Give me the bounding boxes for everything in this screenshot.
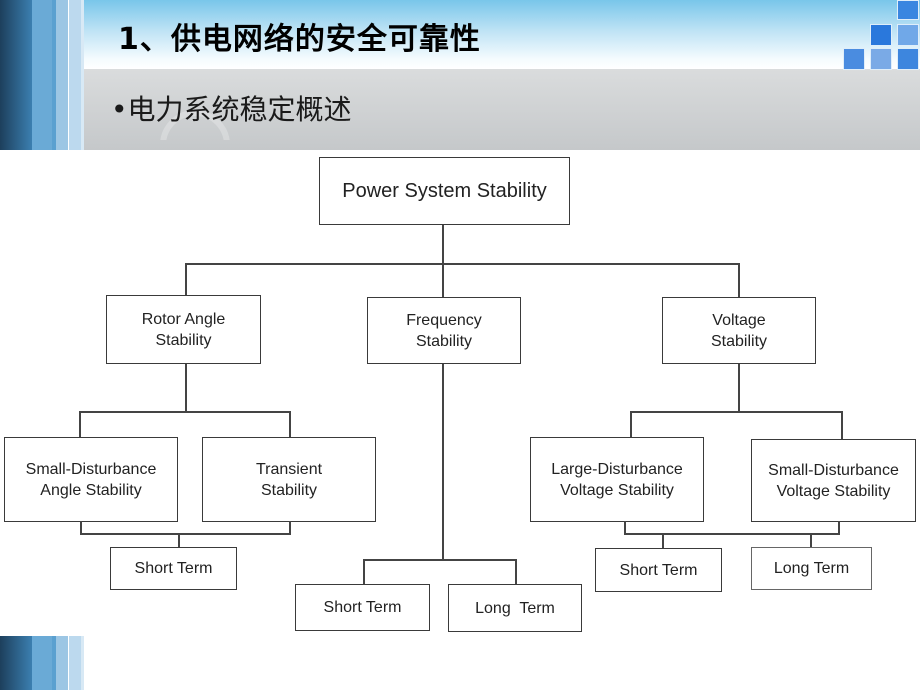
corner-square bbox=[870, 48, 892, 70]
node-rotor-angle-stability: Rotor Angle Stability bbox=[106, 295, 261, 364]
node-voltage-stability: Voltage Stability bbox=[662, 297, 816, 364]
connector bbox=[289, 411, 291, 438]
node-voltage-short-term: Short Term bbox=[595, 548, 722, 592]
left-stripes-bottom bbox=[0, 636, 84, 690]
connector bbox=[738, 263, 740, 298]
slide-title: 1、供电网络的安全可靠性 bbox=[118, 22, 481, 57]
connector bbox=[178, 533, 180, 548]
connector bbox=[185, 263, 187, 296]
connector bbox=[810, 533, 812, 548]
node-frequency-stability: Frequency Stability bbox=[367, 297, 521, 364]
connector bbox=[363, 559, 365, 585]
connector bbox=[80, 533, 291, 535]
connector bbox=[442, 225, 444, 264]
corner-square bbox=[897, 24, 919, 46]
slide-subtitle: •电力系统稳定概述 bbox=[111, 93, 352, 126]
corner-square bbox=[897, 0, 919, 20]
node-voltage-long-term: Long Term bbox=[751, 547, 872, 590]
node-small-disturbance-angle-stability: Small-Disturbance Angle Stability bbox=[4, 437, 178, 522]
left-stripes-top bbox=[0, 0, 84, 150]
connector bbox=[841, 411, 843, 440]
node-power-system-stability: Power System Stability bbox=[319, 157, 570, 225]
corner-square bbox=[897, 48, 919, 70]
node-small-disturbance-voltage-stability: Small-Disturbance Voltage Stability bbox=[751, 439, 916, 522]
corner-square bbox=[843, 48, 865, 70]
node-large-disturbance-voltage-stability: Large-Disturbance Voltage Stability bbox=[530, 437, 704, 522]
connector bbox=[662, 533, 664, 549]
connector bbox=[515, 559, 517, 585]
connector bbox=[185, 263, 739, 265]
connector bbox=[79, 411, 81, 438]
connector bbox=[442, 263, 444, 298]
corner-square bbox=[870, 24, 892, 46]
node-frequency-long-term: Long Term bbox=[448, 584, 582, 632]
node-rotor-short-term: Short Term bbox=[110, 547, 237, 590]
connector bbox=[624, 533, 840, 535]
node-frequency-short-term: Short Term bbox=[295, 584, 430, 631]
connector bbox=[185, 364, 187, 412]
connector bbox=[363, 559, 517, 561]
connector bbox=[630, 411, 632, 438]
connector bbox=[442, 364, 444, 560]
connector bbox=[630, 411, 843, 413]
connector bbox=[79, 411, 291, 413]
node-transient-stability: Transient Stability bbox=[202, 437, 376, 522]
connector bbox=[738, 364, 740, 412]
